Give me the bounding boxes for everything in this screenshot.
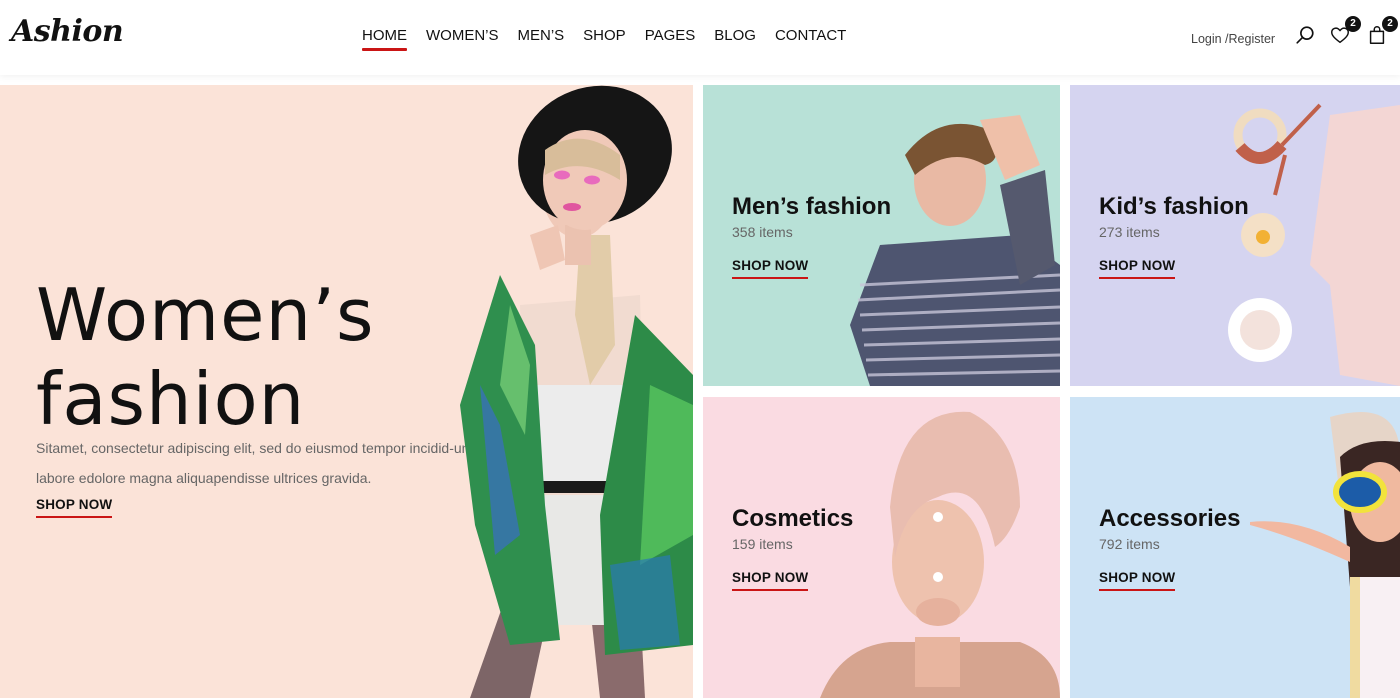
cart-count-badge: 2: [1382, 16, 1398, 32]
hero-womens-fashion: Women’s fashion Sitamet, consectetur adi…: [0, 85, 693, 698]
hero-model-image: [460, 85, 693, 698]
category-item-count: 792 items: [1099, 536, 1160, 552]
category-item-count: 273 items: [1099, 224, 1160, 240]
nav-item-shop[interactable]: SHOP: [583, 27, 626, 50]
main-nav: HOME WOMEN’S MEN’S SHOP PAGES BLOG CONTA…: [362, 27, 865, 51]
accessories-shop-now-link[interactable]: SHOP NOW: [1099, 570, 1176, 591]
category-title: Accessories: [1099, 505, 1241, 532]
category-title: Kid’s fashion: [1099, 193, 1249, 220]
site-header: Ashion HOME WOMEN’S MEN’S SHOP PAGES BLO…: [0, 0, 1400, 75]
hero-title-line2: fashion: [36, 357, 306, 441]
logo[interactable]: Ashion: [11, 14, 124, 49]
nav-item-womens[interactable]: WOMEN’S: [426, 27, 499, 50]
nav-item-contact[interactable]: CONTACT: [775, 27, 846, 50]
category-item-count: 358 items: [732, 224, 793, 240]
wishlist-count-badge: 2: [1345, 16, 1361, 32]
wishlist-button[interactable]: 2: [1329, 16, 1361, 50]
nav-item-mens[interactable]: MEN’S: [518, 27, 565, 50]
cosmetics-model-image: [820, 411, 1060, 698]
mens-shop-now-link[interactable]: SHOP NOW: [732, 258, 809, 279]
mens-model-image: [850, 115, 1060, 386]
category-item-count: 159 items: [732, 536, 793, 552]
category-kids-fashion: Kid’s fashion 273 items SHOP NOW: [1070, 85, 1400, 386]
category-accessories: Accessories 792 items SHOP NOW: [1070, 397, 1400, 698]
cosmetics-shop-now-link[interactable]: SHOP NOW: [732, 570, 809, 591]
hero-title-line1: Women’s: [36, 273, 375, 357]
category-title: Men’s fashion: [732, 193, 892, 220]
heart-icon: [1329, 27, 1351, 50]
hero-title: Women’s fashion: [36, 273, 375, 441]
hero-description: Sitamet, consectetur adipiscing elit, se…: [36, 440, 474, 486]
kids-shop-now-link[interactable]: SHOP NOW: [1099, 258, 1176, 279]
category-mens-fashion: Men’s fashion 358 items SHOP NOW: [703, 85, 1060, 386]
nav-item-home[interactable]: HOME: [362, 27, 407, 51]
accessories-model-image: [1250, 412, 1400, 698]
category-title: Cosmetics: [732, 505, 854, 532]
hero-shop-now-link[interactable]: SHOP NOW: [36, 497, 113, 518]
search-icon: [1294, 26, 1316, 50]
category-cosmetics: Cosmetics 159 items SHOP NOW: [703, 397, 1060, 698]
kids-products-image: [1228, 103, 1400, 386]
cart-button[interactable]: 2: [1366, 16, 1398, 50]
nav-item-pages[interactable]: PAGES: [645, 27, 696, 50]
search-button[interactable]: [1294, 24, 1316, 48]
nav-item-blog[interactable]: BLOG: [714, 27, 756, 50]
shopping-bag-icon: [1366, 26, 1388, 50]
login-register-link[interactable]: Login /Register: [1191, 32, 1275, 46]
